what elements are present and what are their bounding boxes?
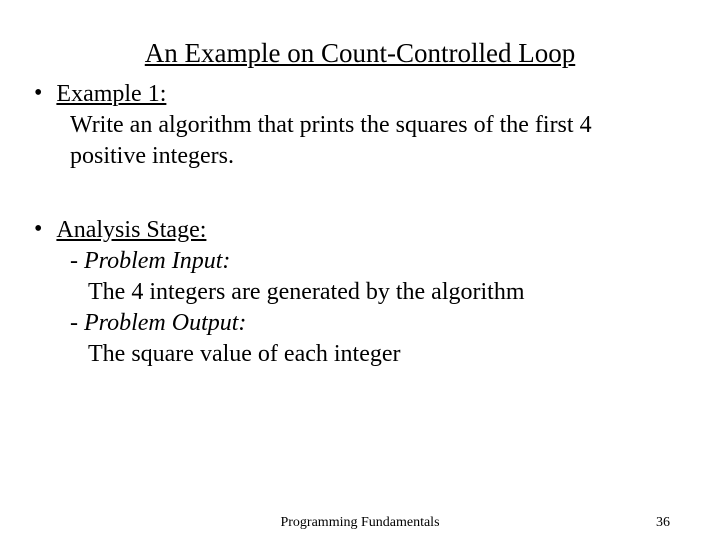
problem-output-label: - Problem Output: — [70, 308, 672, 339]
page-number: 36 — [656, 515, 670, 531]
problem-output-text: The square value of each integer — [88, 339, 672, 370]
slide-title: An Example on Count-Controlled Loop — [88, 38, 632, 69]
example-heading: Example 1: — [56, 79, 166, 110]
bullet-row: • Example 1: — [34, 79, 672, 110]
bullet-icon: • — [34, 79, 42, 108]
problem-input-text: The 4 integers are generated by the algo… — [88, 277, 672, 308]
example-body: Write an algorithm that prints the squar… — [70, 110, 672, 172]
analysis-section: • Analysis Stage: - Problem Input: The 4… — [48, 215, 672, 371]
bullet-row: • Analysis Stage: — [34, 215, 672, 246]
problem-input-label: - Problem Input: — [70, 246, 672, 277]
analysis-heading: Analysis Stage: — [56, 215, 206, 246]
example-section: • Example 1: Write an algorithm that pri… — [48, 79, 672, 173]
bullet-icon: • — [34, 215, 42, 244]
footer-title: Programming Fundamentals — [280, 515, 439, 531]
